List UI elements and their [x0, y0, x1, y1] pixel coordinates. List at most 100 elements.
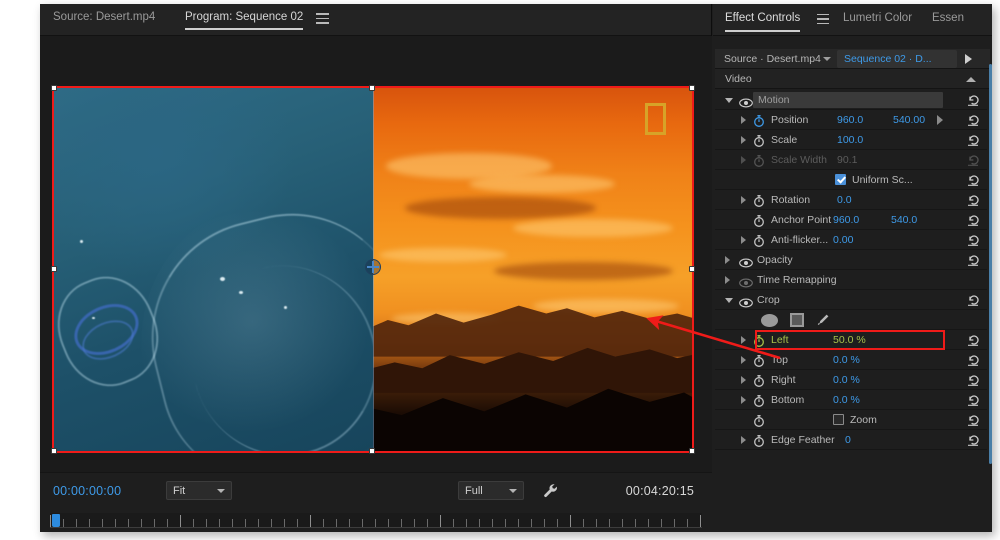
tab-program[interactable]: Program: Sequence 02: [185, 11, 304, 30]
chevron-right-icon[interactable]: [741, 356, 746, 364]
effect-group-opacity[interactable]: Opacity: [715, 250, 987, 270]
reset-icon[interactable]: [967, 293, 981, 307]
chevron-down-icon[interactable]: [823, 57, 831, 61]
property-value[interactable]: 0.0 %: [833, 374, 860, 386]
reset-icon[interactable]: [967, 433, 981, 447]
reset-icon[interactable]: [967, 413, 981, 427]
stopwatch-icon[interactable]: [753, 134, 765, 147]
stopwatch-icon[interactable]: [753, 394, 765, 407]
property-edge-feather[interactable]: Edge Feather 0: [715, 430, 987, 450]
eye-icon-dim[interactable]: [739, 275, 753, 288]
effect-group-time-remapping[interactable]: Time Remapping: [715, 270, 987, 290]
zoom-level-dropdown[interactable]: Fit: [166, 481, 232, 500]
reset-icon[interactable]: [967, 93, 981, 107]
reset-icon[interactable]: [967, 133, 981, 147]
playhead-marker[interactable]: [52, 514, 60, 527]
property-value-x[interactable]: 960.0: [833, 214, 859, 226]
reset-icon[interactable]: [967, 213, 981, 227]
stopwatch-icon[interactable]: [753, 214, 765, 227]
property-value[interactable]: 0: [845, 434, 851, 446]
property-crop-left[interactable]: Left 50.0 %: [715, 330, 987, 350]
stopwatch-icon[interactable]: [753, 194, 765, 207]
reset-icon[interactable]: [967, 393, 981, 407]
property-value-y[interactable]: 540.00: [893, 114, 925, 126]
property-value-x[interactable]: 960.0: [837, 114, 863, 126]
chevron-right-icon[interactable]: [741, 376, 746, 384]
chevron-right-icon[interactable]: [725, 256, 730, 264]
chevron-right-icon[interactable]: [741, 436, 746, 444]
property-value[interactable]: 0.0 %: [833, 354, 860, 366]
chevron-right-icon[interactable]: [741, 396, 746, 404]
property-anchor-point[interactable]: Anchor Point 960.0 540.0: [715, 210, 987, 230]
eye-icon[interactable]: [739, 295, 753, 308]
tab-essential[interactable]: Essen: [932, 12, 964, 24]
stopwatch-icon[interactable]: [753, 354, 765, 367]
pen-mask-icon[interactable]: [816, 313, 830, 327]
reset-icon[interactable]: [967, 333, 981, 347]
property-value[interactable]: 100.0: [837, 134, 863, 146]
property-position[interactable]: Position 960.0 540.00: [715, 110, 987, 130]
anchor-point-crosshair-icon[interactable]: [365, 259, 381, 275]
uniform-scale-checkbox[interactable]: [835, 174, 846, 185]
playback-resolution-dropdown[interactable]: Full: [458, 481, 524, 500]
chevron-down-icon[interactable]: [725, 98, 733, 103]
stopwatch-icon[interactable]: [753, 234, 765, 247]
chevron-right-icon[interactable]: [741, 236, 746, 244]
video-section-header[interactable]: Video: [715, 69, 990, 89]
reset-icon[interactable]: [967, 113, 981, 127]
property-crop-zoom[interactable]: Zoom: [715, 410, 987, 430]
current-timecode[interactable]: 00:00:00:00: [53, 484, 121, 498]
motion-name-field[interactable]: Motion: [753, 92, 943, 108]
eye-icon[interactable]: [739, 255, 753, 268]
property-uniform-scale[interactable]: Uniform Sc...: [715, 170, 987, 190]
reset-icon[interactable]: [967, 253, 981, 267]
hamburger-menu-icon[interactable]: [316, 13, 329, 24]
effect-controls-scrollbar[interactable]: [989, 64, 992, 464]
rectangle-mask-icon[interactable]: [790, 313, 804, 327]
effect-group-motion[interactable]: Motion: [715, 90, 987, 110]
chevron-right-icon[interactable]: [741, 116, 746, 124]
ellipse-mask-icon[interactable]: [761, 313, 778, 327]
play-triangle-icon[interactable]: [965, 54, 972, 64]
clip-source-label[interactable]: Source · Desert.mp4: [724, 53, 821, 65]
crop-zoom-checkbox[interactable]: [833, 414, 844, 425]
tab-source[interactable]: Source: Desert.mp4: [53, 11, 155, 23]
tab-effect-controls[interactable]: Effect Controls: [725, 12, 801, 32]
tab-lumetri-color[interactable]: Lumetri Color: [843, 12, 912, 24]
property-crop-bottom[interactable]: Bottom 0.0 %: [715, 390, 987, 410]
stopwatch-icon[interactable]: [753, 434, 765, 447]
property-value-y[interactable]: 540.0: [891, 214, 917, 226]
reset-icon[interactable]: [967, 373, 981, 387]
timeline-scrubber[interactable]: [50, 513, 702, 528]
reset-icon[interactable]: [967, 233, 981, 247]
chevron-right-icon[interactable]: [741, 156, 746, 164]
property-scale[interactable]: Scale 100.0: [715, 130, 987, 150]
property-scale-width[interactable]: Scale Width 90.1: [715, 150, 987, 170]
hamburger-menu-icon[interactable]: [817, 14, 829, 25]
reset-icon[interactable]: [967, 173, 981, 187]
stopwatch-icon-active[interactable]: [753, 114, 765, 127]
property-value[interactable]: 0.0 %: [833, 394, 860, 406]
keyframe-next-icon[interactable]: [937, 115, 943, 125]
property-value[interactable]: 50.0 %: [833, 334, 866, 346]
reset-icon[interactable]: [967, 353, 981, 367]
property-value[interactable]: 0.00: [833, 234, 853, 246]
reset-icon[interactable]: [967, 193, 981, 207]
chevron-right-icon[interactable]: [741, 136, 746, 144]
stopwatch-icon[interactable]: [753, 374, 765, 387]
chevron-up-icon[interactable]: [966, 77, 976, 82]
property-rotation[interactable]: Rotation 0.0: [715, 190, 987, 210]
property-value[interactable]: 0.0: [837, 194, 852, 206]
effect-group-crop[interactable]: Crop: [715, 290, 987, 310]
stopwatch-icon[interactable]: [753, 414, 765, 427]
property-crop-right[interactable]: Right 0.0 %: [715, 370, 987, 390]
chevron-right-icon[interactable]: [741, 336, 746, 344]
chevron-down-icon[interactable]: [725, 298, 733, 303]
chevron-right-icon[interactable]: [725, 276, 730, 284]
sequence-selector[interactable]: Sequence 02 · D...: [837, 50, 957, 68]
chevron-right-icon[interactable]: [741, 196, 746, 204]
stopwatch-icon[interactable]: [753, 334, 765, 347]
property-crop-top[interactable]: Top 0.0 %: [715, 350, 987, 370]
property-anti-flicker[interactable]: Anti-flicker... 0.00: [715, 230, 987, 250]
eye-icon[interactable]: [739, 95, 753, 108]
